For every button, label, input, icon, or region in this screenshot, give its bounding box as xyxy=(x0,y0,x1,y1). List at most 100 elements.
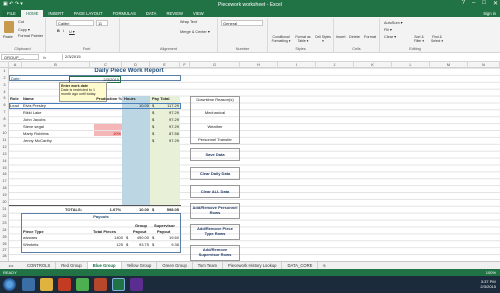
fx-icon[interactable]: fx xyxy=(43,55,46,60)
row-header[interactable]: 14 xyxy=(0,159,9,163)
row-header[interactable]: 26 xyxy=(0,242,9,246)
minimize-button[interactable]: – xyxy=(472,0,475,7)
row-header[interactable]: 12 xyxy=(0,145,9,149)
font-name-select[interactable]: Calibri xyxy=(56,20,94,26)
payout-piece-type[interactable]: wizwars xyxy=(23,235,37,240)
merge-center-button[interactable]: Merge & Center ▾ xyxy=(180,29,210,34)
format-cells-button[interactable]: Format xyxy=(364,35,376,39)
tab-file[interactable]: FILE xyxy=(2,10,21,17)
cut-button[interactable]: Cut xyxy=(18,20,24,24)
insert-cells-button[interactable]: Insert xyxy=(336,35,346,39)
downtime-reason[interactable]: Weather xyxy=(192,124,238,129)
paste-button[interactable]: Paste xyxy=(3,35,13,39)
employee-name[interactable]: Elvis Presley xyxy=(23,103,46,108)
payouts-header-supervisor: Supervisor xyxy=(154,223,175,228)
chrome-icon[interactable] xyxy=(76,278,89,291)
fill-button[interactable]: Fill ▾ xyxy=(384,27,392,32)
system-clock[interactable]: 3:37 PM 2/3/2015 xyxy=(480,279,496,289)
downtime-reason[interactable]: Personnel Transfer xyxy=(192,137,238,142)
row-header[interactable]: 18 xyxy=(0,186,9,190)
employee-role[interactable]: Lead xyxy=(10,103,19,108)
row-header[interactable]: 10 xyxy=(0,131,9,135)
start-button-icon[interactable] xyxy=(3,278,16,291)
sort-filter-button[interactable]: Sort & Filter ▾ xyxy=(411,35,427,43)
help-icon[interactable]: ? xyxy=(462,0,465,7)
alignment-label: Alignment xyxy=(160,47,177,51)
tab-page-layout[interactable]: PAGE LAYOUT xyxy=(69,10,108,17)
tab-formulas[interactable]: FORMULAS xyxy=(108,10,141,17)
italic-button[interactable]: I xyxy=(63,29,64,33)
row-header[interactable]: 8 xyxy=(0,117,9,121)
name-box[interactable]: GROUP_... xyxy=(1,54,39,60)
app-icon[interactable] xyxy=(130,278,143,291)
row-header[interactable]: 13 xyxy=(0,152,9,156)
row-header[interactable]: 20 xyxy=(0,200,9,204)
payout-piece-type[interactable]: Wimkets xyxy=(23,242,38,247)
tab-data[interactable]: DATA xyxy=(141,10,162,17)
tab-insert[interactable]: INSERT xyxy=(43,10,68,17)
row-header[interactable]: 19 xyxy=(0,193,9,197)
row-header[interactable]: 24 xyxy=(0,228,9,232)
row-header[interactable]: 27 xyxy=(0,248,9,252)
tab-review[interactable]: REVIEW xyxy=(161,10,188,17)
conditional-formatting-button[interactable]: Conditional Formatting ▾ xyxy=(270,35,292,43)
sheet-nav-arrows[interactable]: ◂ ▸ xyxy=(0,263,22,268)
row-header[interactable]: 17 xyxy=(0,179,9,183)
format-as-table-button[interactable]: Format as Table ▾ xyxy=(293,35,313,43)
row-header[interactable]: 22 xyxy=(0,214,9,218)
delete-cells-button[interactable]: Delete xyxy=(349,35,360,39)
add-sheet-icon[interactable]: ⊕ xyxy=(318,263,330,268)
underline-button[interactable]: U ▾ xyxy=(69,29,75,34)
restore-button[interactable]: □ xyxy=(482,0,486,7)
sign-in-link[interactable]: Sign in xyxy=(478,10,500,17)
clipboard-label: Clipboard xyxy=(14,47,31,51)
row-header[interactable]: 5 xyxy=(0,96,9,100)
row-header[interactable]: 7 xyxy=(0,110,9,114)
row-header[interactable]: 9 xyxy=(0,124,9,128)
payout-pieces[interactable]: 125 xyxy=(105,242,123,247)
font-size-select[interactable]: 11 xyxy=(96,20,108,26)
zoom-level[interactable]: 100% xyxy=(486,269,496,276)
tab-view[interactable]: VIEW xyxy=(188,10,209,17)
payout-pieces[interactable]: 1400 xyxy=(105,235,123,240)
employee-name[interactable]: Marty Robbins xyxy=(23,131,49,136)
clear-button[interactable]: Clear ▾ xyxy=(384,34,396,39)
employee-name[interactable]: Steve segal xyxy=(23,124,44,129)
excel-icon[interactable] xyxy=(112,278,125,291)
downtime-reason[interactable]: Mechanical xyxy=(192,110,238,115)
row-header[interactable]: 23 xyxy=(0,221,9,225)
copy-button[interactable]: Copy ▾ xyxy=(18,27,30,32)
formula-input[interactable]: 2/3/2015 xyxy=(62,54,498,60)
wrap-text-button[interactable]: Wrap Text xyxy=(180,20,197,24)
worksheet-grid[interactable]: Daily Piece Work Report Date: 2/3/2015 E… xyxy=(9,68,500,261)
row-header[interactable]: 6 xyxy=(0,103,9,107)
employee-production[interactable]: 10% xyxy=(94,131,121,136)
row-header[interactable]: 11 xyxy=(0,138,9,142)
paste-icon[interactable] xyxy=(4,21,14,33)
autosum-button[interactable]: AutoSum ▾ xyxy=(384,20,403,25)
row-header[interactable]: 4 xyxy=(0,90,9,94)
media-player-icon[interactable] xyxy=(58,278,71,291)
employee-name[interactable]: Rikki Lake xyxy=(23,110,41,115)
row-header[interactable]: 28 xyxy=(0,254,9,258)
cell-styles-button[interactable]: Cell Styles ▾ xyxy=(314,35,332,43)
powerpoint-icon[interactable] xyxy=(94,278,107,291)
row-header[interactable]: 2 xyxy=(0,76,9,80)
employee-name[interactable]: John Jacobs xyxy=(23,117,45,122)
tab-home[interactable]: HOME xyxy=(20,10,44,17)
row-header[interactable]: 15 xyxy=(0,166,9,170)
row-header[interactable]: 3 xyxy=(0,83,9,87)
format-painter-button[interactable]: Format Painter xyxy=(18,34,43,38)
ie-icon[interactable] xyxy=(22,278,35,291)
employee-name[interactable]: Jenny McCarthy xyxy=(23,138,52,143)
number-format-select[interactable]: General xyxy=(221,20,263,26)
row-header[interactable]: 25 xyxy=(0,235,9,239)
explorer-icon[interactable] xyxy=(40,278,53,291)
row-header[interactable]: 21 xyxy=(0,207,9,211)
employee-hours[interactable]: 10.00 xyxy=(122,103,149,108)
bold-button[interactable]: B xyxy=(57,29,60,33)
close-button[interactable]: ✕ xyxy=(493,0,498,7)
row-header[interactable]: 16 xyxy=(0,172,9,176)
find-select-button[interactable]: Find & Select ▾ xyxy=(429,35,445,43)
row-header[interactable]: 1 xyxy=(0,69,9,73)
